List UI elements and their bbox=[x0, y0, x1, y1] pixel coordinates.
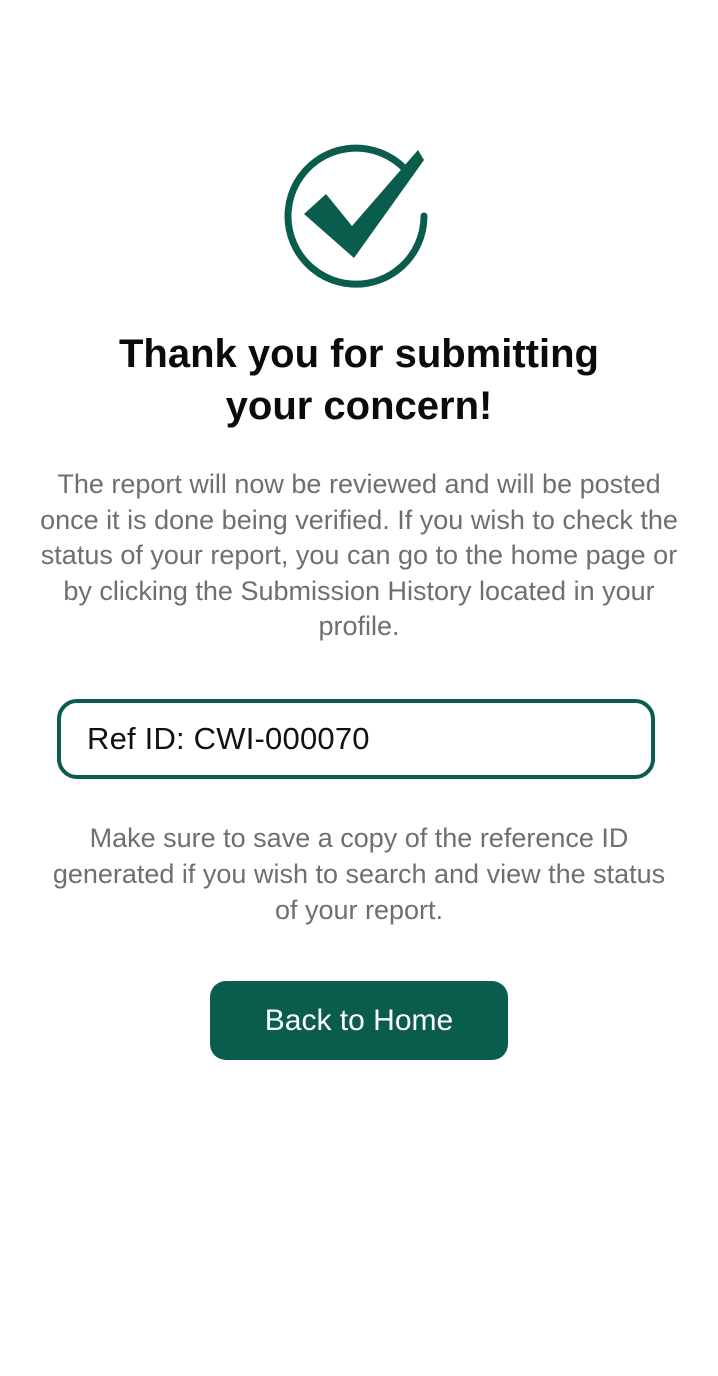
checkmark-circle-icon bbox=[278, 130, 434, 290]
reference-id-text: Ref ID: CWI-000070 bbox=[87, 721, 370, 756]
page-title-line-2: your concern! bbox=[225, 384, 493, 428]
save-reference-note: Make sure to save a copy of the referenc… bbox=[52, 823, 666, 925]
confirmation-description: The report will now be reviewed and will… bbox=[40, 469, 678, 641]
submission-success-screen: Thank you for submitting your concern! T… bbox=[0, 0, 718, 1376]
reference-id-box: Ref ID: CWI-000070 bbox=[57, 699, 655, 779]
page-title-line-1: Thank you for submitting bbox=[119, 332, 599, 376]
back-to-home-button[interactable]: Back to Home bbox=[210, 981, 508, 1060]
